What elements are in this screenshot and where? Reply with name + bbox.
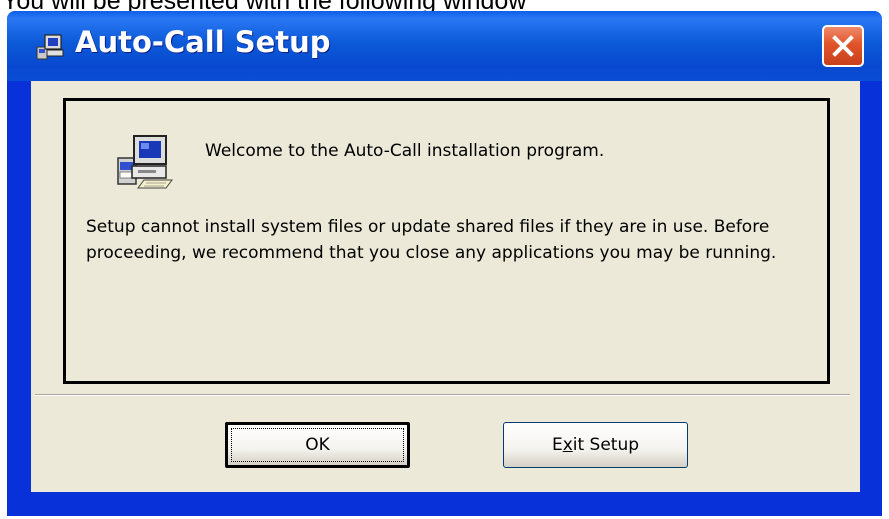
- dialog-client-area: Welcome to the Auto-Call installation pr…: [31, 81, 860, 492]
- exit-setup-button[interactable]: Ex it Setup: [503, 422, 688, 468]
- exit-label-post: it Setup: [572, 435, 640, 455]
- ok-button[interactable]: OK: [225, 422, 410, 468]
- setup-dialog: Auto-Call Setup Welcome to the Auto-Call…: [7, 11, 882, 516]
- instruction-message: Setup cannot install system files or upd…: [86, 217, 777, 263]
- setup-app-icon: [35, 31, 67, 63]
- close-button[interactable]: [822, 25, 864, 67]
- title-bar[interactable]: Auto-Call Setup: [7, 11, 882, 81]
- window-title: Auto-Call Setup: [75, 25, 331, 59]
- close-icon: [832, 35, 854, 57]
- separator: [35, 394, 850, 396]
- message-panel: Welcome to the Auto-Call installation pr…: [63, 98, 830, 384]
- focus-ring: [231, 428, 404, 462]
- exit-label-pre: E: [551, 435, 563, 455]
- welcome-message: Welcome to the Auto-Call installation pr…: [205, 141, 605, 161]
- setup-computer-icon: [114, 130, 178, 194]
- exit-label-mnemonic: x: [562, 435, 573, 455]
